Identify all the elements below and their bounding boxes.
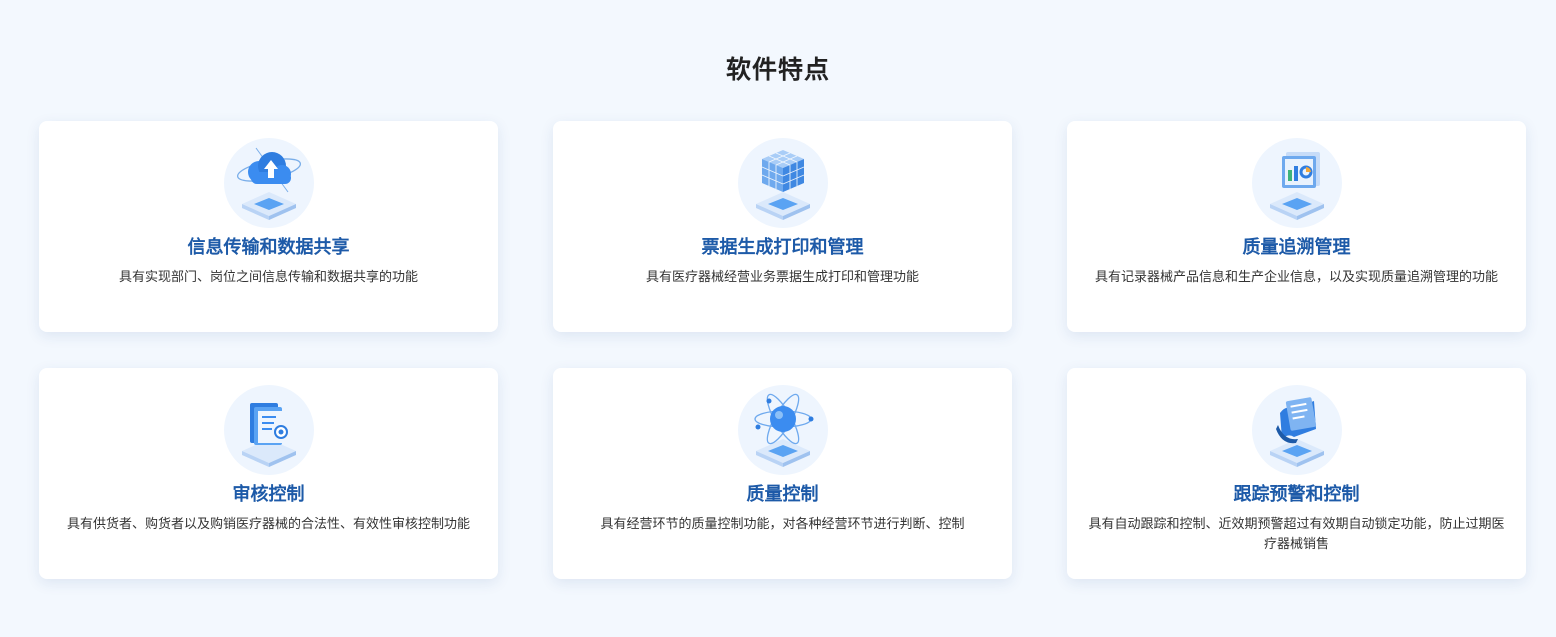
feature-title: 审核控制 <box>232 484 305 505</box>
feature-title: 信息传输和数据共享 <box>187 237 350 258</box>
feature-title: 跟踪预警和控制 <box>1233 484 1360 505</box>
feature-card-quality-control[interactable]: 质量控制 具有经营环节的质量控制功能，对各种经营环节进行判断、控制 <box>553 368 1012 579</box>
feature-card-tracking-alert[interactable]: 跟踪预警和控制 具有自动跟踪和控制、近效期预警超过有效期自动锁定功能，防止过期医… <box>1067 368 1526 579</box>
cube-grid-icon <box>737 138 828 228</box>
feature-title: 质量追溯管理 <box>1242 237 1351 258</box>
feature-description: 具有记录器械产品信息和生产企业信息，以及实现质量追溯管理的功能 <box>1094 270 1498 285</box>
alert-document-icon <box>1251 385 1342 475</box>
feature-description: 具有实现部门、岗位之间信息传输和数据共享的功能 <box>118 270 418 285</box>
feature-description: 具有医疗器械经营业务票据生成打印和管理功能 <box>645 270 919 285</box>
feature-description: 具有经营环节的质量控制功能，对各种经营环节进行判断、控制 <box>600 517 965 532</box>
feature-grid: 信息传输和数据共享 具有实现部门、岗位之间信息传输和数据共享的功能 票据生成打印… <box>39 121 1526 579</box>
feature-title: 质量控制 <box>746 484 819 505</box>
document-review-icon <box>223 385 314 475</box>
feature-title: 票据生成打印和管理 <box>701 237 864 258</box>
feature-card-review[interactable]: 审核控制 具有供货者、购货者以及购销医疗器械的合法性、有效性审核控制功能 <box>39 368 498 579</box>
cloud-upload-icon <box>223 138 314 228</box>
feature-card-invoice[interactable]: 票据生成打印和管理 具有医疗器械经营业务票据生成打印和管理功能 <box>553 121 1012 332</box>
feature-card-traceability[interactable]: 质量追溯管理 具有记录器械产品信息和生产企业信息，以及实现质量追溯管理的功能 <box>1067 121 1526 332</box>
section-title: 软件特点 <box>725 55 830 84</box>
feature-description: 具有供货者、购货者以及购销医疗器械的合法性、有效性审核控制功能 <box>66 517 470 532</box>
feature-card-info-sharing[interactable]: 信息传输和数据共享 具有实现部门、岗位之间信息传输和数据共享的功能 <box>39 121 498 332</box>
dashboard-screen-icon <box>1251 138 1342 228</box>
feature-description: 具有自动跟踪和控制、近效期预警超过有效期自动锁定功能，防止过期医疗器械销售 <box>1088 517 1505 552</box>
atom-icon <box>737 385 828 475</box>
